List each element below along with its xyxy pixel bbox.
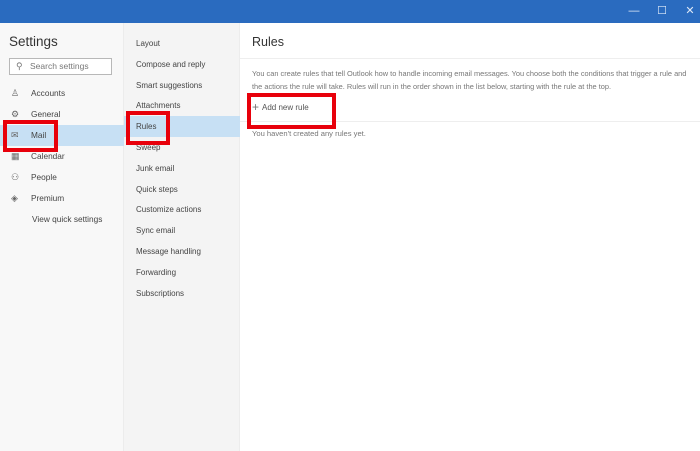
sidebar-item-accounts[interactable]: ♙ Accounts (0, 83, 124, 104)
mail-settings-nav: Layout Compose and reply Smart suggestions… (124, 23, 240, 451)
view-quick-settings-link[interactable]: View quick settings (0, 209, 124, 230)
maximize-icon[interactable]: ☐ (652, 3, 672, 19)
highlight-box-mail (3, 120, 58, 152)
close-icon[interactable]: ✕ (680, 3, 700, 19)
divider (240, 58, 700, 59)
empty-rules-text: You haven't created any rules yet. (252, 129, 366, 138)
sidebar-item-people[interactable]: ⚇ People (0, 167, 124, 188)
rules-description: You can create rules that tell Outlook h… (252, 69, 687, 91)
diamond-icon: ◈ (11, 193, 18, 203)
nav-item-forwarding[interactable]: Forwarding (124, 262, 240, 283)
nav-item-layout[interactable]: Layout (124, 33, 240, 54)
nav-item-junk-email[interactable]: Junk email (124, 158, 240, 179)
search-input[interactable]: ⚲ Search settings (9, 58, 112, 75)
nav-item-customize-actions[interactable]: Customize actions (124, 199, 240, 220)
sidebar-item-label: Calendar (31, 151, 65, 161)
nav-item-quick-steps[interactable]: Quick steps (124, 179, 240, 200)
sidebar-item-premium[interactable]: ◈ Premium (0, 188, 124, 209)
settings-title: Settings (9, 34, 58, 49)
sidebar-item-label: Accounts (31, 88, 66, 98)
settings-sidebar: Settings ⚲ Search settings ♙ Accounts ⚙ Gene… (0, 23, 124, 451)
title-bar: — ☐ ✕ (0, 0, 700, 23)
sidebar-item-label: People (31, 172, 57, 182)
nav-item-compose-and-reply[interactable]: Compose and reply (124, 54, 240, 75)
nav-item-sync-email[interactable]: Sync email (124, 220, 240, 241)
nav-item-subscriptions[interactable]: Subscriptions (124, 283, 240, 304)
person-icon: ♙ (11, 88, 20, 98)
sidebar-item-label: General (31, 109, 61, 119)
minimize-icon[interactable]: — (624, 3, 644, 19)
highlight-box-add-rule (247, 93, 336, 129)
people-icon: ⚇ (11, 172, 20, 182)
rules-panel: Rules You can create rules that tell Out… (240, 23, 700, 451)
search-icon: ⚲ (16, 61, 23, 71)
nav-item-smart-suggestions[interactable]: Smart suggestions (124, 75, 240, 96)
page-title: Rules (252, 35, 284, 49)
nav-item-message-handling[interactable]: Message handling (124, 241, 240, 262)
highlight-box-rules (126, 111, 170, 145)
sidebar-item-label: Premium (31, 193, 65, 203)
